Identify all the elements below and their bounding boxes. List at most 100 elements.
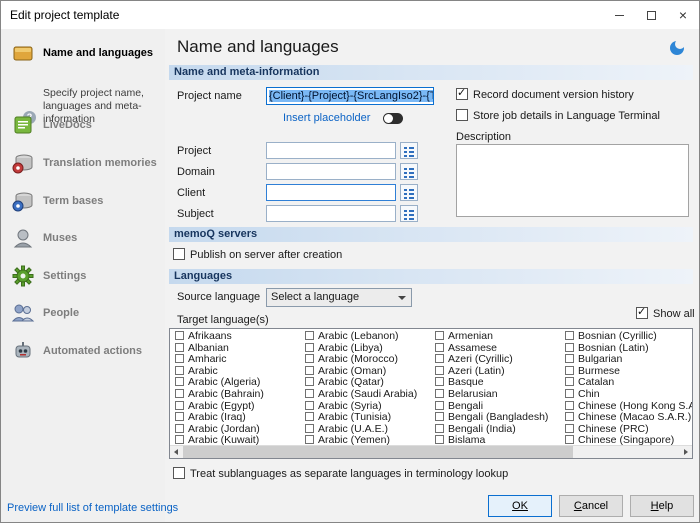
checkbox-icon[interactable] bbox=[565, 354, 574, 363]
checkbox-icon[interactable] bbox=[435, 401, 444, 410]
checkbox-icon bbox=[456, 109, 468, 121]
checkbox-icon[interactable] bbox=[565, 401, 574, 410]
language-label: Chinese (Hong Kong S.A.R.) bbox=[578, 400, 693, 412]
horizontal-scrollbar[interactable] bbox=[170, 445, 692, 458]
checkbox-icon[interactable] bbox=[435, 331, 444, 340]
project-name-input[interactable]: {Client}-{Project}-{SrcLangIso2}-{TrgL bbox=[266, 87, 434, 105]
checkbox-icon[interactable] bbox=[175, 412, 184, 421]
project-list-picker-icon[interactable] bbox=[400, 142, 418, 159]
automated-actions-icon bbox=[11, 339, 35, 363]
checkbox-icon[interactable] bbox=[305, 343, 314, 352]
preview-template-settings-link[interactable]: Preview full list of template settings bbox=[7, 502, 178, 514]
checkbox-icon[interactable] bbox=[435, 366, 444, 375]
checkbox-icon[interactable] bbox=[305, 331, 314, 340]
client-list-picker-icon[interactable] bbox=[400, 184, 418, 201]
checkbox-icon[interactable] bbox=[305, 389, 314, 398]
language-label: Arabic (Tunisia) bbox=[318, 411, 391, 423]
domain-list-picker-icon[interactable] bbox=[400, 163, 418, 180]
publish-checkbox[interactable]: Publish on server after creation bbox=[173, 248, 342, 262]
checkbox-icon[interactable] bbox=[435, 377, 444, 386]
scroll-left-icon[interactable] bbox=[170, 446, 183, 458]
checkbox-icon[interactable] bbox=[565, 389, 574, 398]
insert-placeholder-toggle-icon[interactable] bbox=[383, 113, 403, 124]
record-version-checkbox[interactable]: Record document version history bbox=[456, 88, 634, 102]
show-all-checkbox[interactable]: Show all bbox=[636, 307, 695, 321]
project-input[interactable] bbox=[266, 142, 396, 159]
project-name-label: Project name bbox=[177, 90, 242, 102]
checkbox-icon[interactable] bbox=[175, 354, 184, 363]
help-button[interactable]: Help bbox=[630, 495, 694, 517]
source-language-dropdown[interactable]: Select a language bbox=[266, 288, 412, 307]
language-label: Arabic (Lebanon) bbox=[318, 330, 399, 342]
client-input[interactable] bbox=[266, 184, 396, 201]
checkbox-icon[interactable] bbox=[175, 389, 184, 398]
checkbox-icon[interactable] bbox=[175, 366, 184, 375]
close-button[interactable]: × bbox=[667, 1, 699, 29]
language-label: Bengali (India) bbox=[448, 423, 516, 435]
checkbox-icon[interactable] bbox=[305, 424, 314, 433]
treat-sublanguages-label: Treat sublanguages as separate languages… bbox=[190, 468, 508, 480]
minimize-button[interactable] bbox=[603, 1, 635, 29]
checkbox-icon[interactable] bbox=[565, 435, 574, 444]
insert-placeholder-link[interactable]: Insert placeholder bbox=[283, 112, 370, 124]
store-job-checkbox[interactable]: Store job details in Language Terminal bbox=[456, 109, 660, 123]
sidebar-item-label: Translation memories bbox=[43, 157, 159, 169]
checkbox-icon[interactable] bbox=[175, 401, 184, 410]
checkbox-icon[interactable] bbox=[305, 412, 314, 421]
checkbox-icon[interactable] bbox=[175, 377, 184, 386]
checkbox-icon[interactable] bbox=[305, 401, 314, 410]
checkbox-icon[interactable] bbox=[435, 424, 444, 433]
sidebar-item-people[interactable]: People bbox=[7, 299, 161, 333]
checkbox-icon[interactable] bbox=[435, 389, 444, 398]
checkbox-icon[interactable] bbox=[565, 366, 574, 375]
checkbox-icon[interactable] bbox=[305, 435, 314, 444]
language-label: Arabic (Oman) bbox=[318, 365, 386, 377]
checkbox-icon[interactable] bbox=[565, 343, 574, 352]
sidebar-item-name-and-languages[interactable]: Name and languages bbox=[7, 39, 161, 73]
language-label: Arabic bbox=[188, 365, 218, 377]
subject-input[interactable] bbox=[266, 205, 396, 222]
checkbox-icon[interactable] bbox=[435, 354, 444, 363]
sidebar-item-livedocs[interactable]: LiveDocs bbox=[7, 111, 161, 145]
subject-list-picker-icon[interactable] bbox=[400, 205, 418, 222]
sidebar-item-settings[interactable]: Settings bbox=[7, 262, 161, 296]
checkbox-icon[interactable] bbox=[305, 377, 314, 386]
scroll-right-icon[interactable] bbox=[679, 446, 692, 458]
description-input[interactable] bbox=[456, 144, 689, 217]
language-label: Afrikaans bbox=[188, 330, 232, 342]
checkbox-icon[interactable] bbox=[565, 377, 574, 386]
cancel-button[interactable]: Cancel bbox=[559, 495, 623, 517]
language-label: Arabic (Iraq) bbox=[188, 411, 246, 423]
checkbox-icon[interactable] bbox=[305, 354, 314, 363]
checkbox-icon[interactable] bbox=[175, 435, 184, 444]
maximize-button[interactable] bbox=[635, 1, 667, 29]
ok-button[interactable]: OK bbox=[488, 495, 552, 517]
sidebar-item-label: People bbox=[43, 307, 159, 319]
sidebar-item-translation-memories[interactable]: Translation memories bbox=[7, 149, 161, 183]
checkbox-icon[interactable] bbox=[565, 424, 574, 433]
language-label: Belarusian bbox=[448, 388, 498, 400]
sidebar-item-muses[interactable]: Muses bbox=[7, 224, 161, 258]
project-field-label: Project bbox=[177, 145, 211, 157]
checkbox-icon[interactable] bbox=[435, 435, 444, 444]
domain-input[interactable] bbox=[266, 163, 396, 180]
checkbox-icon[interactable] bbox=[435, 412, 444, 421]
target-language-list: AfrikaansAlbanianAmharicArabicArabic (Al… bbox=[170, 331, 692, 445]
checkbox-icon[interactable] bbox=[175, 343, 184, 352]
checkbox-icon[interactable] bbox=[175, 331, 184, 340]
checkbox-icon[interactable] bbox=[435, 343, 444, 352]
target-language-listbox[interactable]: AfrikaansAlbanianAmharicArabicArabic (Al… bbox=[169, 328, 693, 459]
checkbox-icon[interactable] bbox=[565, 412, 574, 421]
checkbox-icon[interactable] bbox=[305, 366, 314, 375]
treat-sublanguages-checkbox[interactable]: Treat sublanguages as separate languages… bbox=[173, 467, 508, 481]
language-label: Arabic (Bahrain) bbox=[188, 388, 264, 400]
sidebar-item-label: Settings bbox=[43, 270, 159, 282]
main-content: Name and languages Name and meta-informa… bbox=[165, 29, 699, 522]
checkbox-icon[interactable] bbox=[175, 424, 184, 433]
section-header-meta: Name and meta-information bbox=[169, 65, 693, 80]
sidebar-item-term-bases[interactable]: Term bases bbox=[7, 187, 161, 221]
language-column: Bosnian (Cyrillic)Bosnian (Latin)Bulgari… bbox=[560, 331, 690, 445]
sidebar-item-automated-actions[interactable]: Automated actions bbox=[7, 337, 161, 371]
scrollbar-thumb[interactable] bbox=[183, 446, 573, 458]
checkbox-icon[interactable] bbox=[565, 331, 574, 340]
